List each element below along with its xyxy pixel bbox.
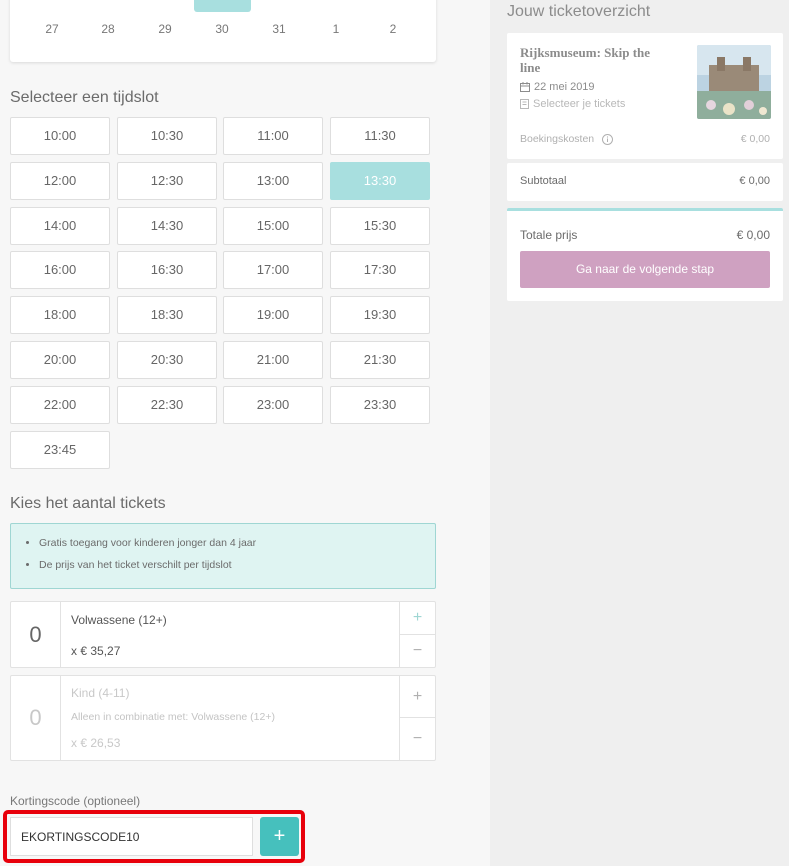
timeslot-button[interactable]: 22:30 [117, 386, 217, 424]
ticket-name: Volwassene (12+) [71, 613, 167, 627]
total-value: € 0,00 [736, 228, 770, 242]
info-icon[interactable] [602, 133, 614, 145]
timeslot-button[interactable]: 10:00 [10, 117, 110, 155]
ticket-note: Alleen in combinatie met: Volwassene (12… [71, 711, 275, 723]
timeslot-button[interactable]: 23:00 [223, 386, 323, 424]
booking-fee-row: Boekingskosten [520, 133, 617, 145]
plus-button[interactable]: + [400, 602, 435, 635]
total-card: Totale prijs € 0,00 Ga naar de volgende … [507, 208, 783, 301]
timeslot-button[interactable]: 21:00 [223, 341, 323, 379]
summary-date: 22 mei 2019 [534, 81, 595, 93]
booking-fee-value: € 0,00 [740, 133, 770, 145]
museum-thumbnail [697, 45, 771, 119]
calendar-day[interactable]: 31 [259, 22, 299, 36]
timeslot-button-selected[interactable]: 13:30 [330, 162, 430, 200]
timeslot-button[interactable]: 12:00 [10, 162, 110, 200]
minus-button[interactable]: − [400, 635, 435, 668]
timeslot-button[interactable]: 16:00 [10, 251, 110, 289]
calendar-selected-day-marker [194, 0, 251, 12]
calendar-icon [520, 82, 530, 93]
info-item: De prijs van het ticket verschilt per ti… [39, 558, 421, 572]
add-discount-button[interactable]: + [260, 817, 299, 856]
ticket-icon [520, 99, 529, 110]
calendar-day[interactable]: 2 [373, 22, 413, 36]
calendar-day[interactable]: 29 [145, 22, 185, 36]
ticket-count: 0 [11, 602, 61, 667]
booking-panel: 27 28 29 30 31 1 2 Selecteer een tijdslo… [0, 0, 490, 866]
timeslot-button[interactable]: 13:00 [223, 162, 323, 200]
timeslot-button[interactable]: 23:30 [330, 386, 430, 424]
calendar-day[interactable]: 1 [316, 22, 356, 36]
summary-item-card: Rijksmuseum: Skip the line 22 mei 2019 S… [507, 33, 783, 159]
timeslot-button[interactable]: 21:30 [330, 341, 430, 379]
timeslot-button[interactable]: 20:30 [117, 341, 217, 379]
timeslot-button[interactable]: 17:30 [330, 251, 430, 289]
timeslot-button[interactable]: 15:30 [330, 207, 430, 245]
next-step-button[interactable]: Ga naar de volgende stap [520, 251, 770, 288]
tickets-title: Kies het aantal tickets [10, 495, 166, 512]
timeslot-button[interactable]: 19:00 [223, 296, 323, 334]
plus-button[interactable]: + [400, 676, 435, 718]
ticket-price: x € 35,27 [71, 644, 121, 658]
calendar-day[interactable]: 27 [32, 22, 72, 36]
calendar: 27 28 29 30 31 1 2 [10, 0, 436, 62]
timeslot-button[interactable]: 23:45 [10, 431, 110, 469]
timeslot-button[interactable]: 16:30 [117, 251, 217, 289]
ticket-name: Kind (4-11) [71, 686, 130, 700]
timeslot-button[interactable]: 17:00 [223, 251, 323, 289]
timeslot-button[interactable]: 20:00 [10, 341, 110, 379]
ticket-price: x € 26,53 [71, 736, 121, 750]
timeslot-button[interactable]: 12:30 [117, 162, 217, 200]
ticket-row-adult: 0 Volwassene (12+) x € 35,27 + − [10, 601, 436, 668]
calendar-day-selected[interactable]: 30 [202, 22, 242, 36]
ticket-count: 0 [11, 676, 61, 760]
summary-select-text: Selecteer je tickets [533, 98, 626, 110]
summary-date-row: 22 mei 2019 [520, 81, 595, 93]
timeslot-button[interactable]: 22:00 [10, 386, 110, 424]
subtotal-card: Subtotaal € 0,00 [507, 163, 783, 201]
quantity-stepper: + − [399, 676, 435, 760]
timeslot-button[interactable]: 18:30 [117, 296, 217, 334]
timeslot-button[interactable]: 10:30 [117, 117, 217, 155]
minus-button[interactable]: − [400, 718, 435, 760]
quantity-stepper: + − [399, 602, 435, 667]
timeslot-title: Selecteer een tijdslot [10, 89, 159, 106]
info-item: Gratis toegang voor kinderen jonger dan … [39, 536, 421, 550]
timeslot-button[interactable]: 14:00 [10, 207, 110, 245]
summary-select-row: Selecteer je tickets [520, 98, 625, 110]
subtotal-value: € 0,00 [739, 175, 770, 187]
timeslot-button[interactable]: 18:00 [10, 296, 110, 334]
discount-code-input[interactable] [10, 817, 253, 856]
timeslot-button[interactable]: 11:00 [223, 117, 323, 155]
summary-item-title: Rijksmuseum: Skip the line [520, 45, 651, 75]
booking-fee-label: Boekingskosten [520, 133, 595, 145]
timeslot-button[interactable]: 15:00 [223, 207, 323, 245]
discount-label: Kortingscode (optioneel) [10, 794, 141, 808]
ticket-row-child: 0 Kind (4-11) Alleen in combinatie met: … [10, 675, 436, 761]
total-label: Totale prijs [520, 228, 578, 242]
subtotal-label: Subtotaal [520, 175, 567, 187]
timeslot-button[interactable]: 19:30 [330, 296, 430, 334]
ticket-info-box: Gratis toegang voor kinderen jonger dan … [10, 523, 436, 589]
summary-title: Jouw ticketoverzicht [507, 3, 651, 20]
timeslot-button[interactable]: 14:30 [117, 207, 217, 245]
plus-icon: + [273, 825, 286, 847]
calendar-day[interactable]: 28 [88, 22, 128, 36]
timeslot-button[interactable]: 11:30 [330, 117, 430, 155]
